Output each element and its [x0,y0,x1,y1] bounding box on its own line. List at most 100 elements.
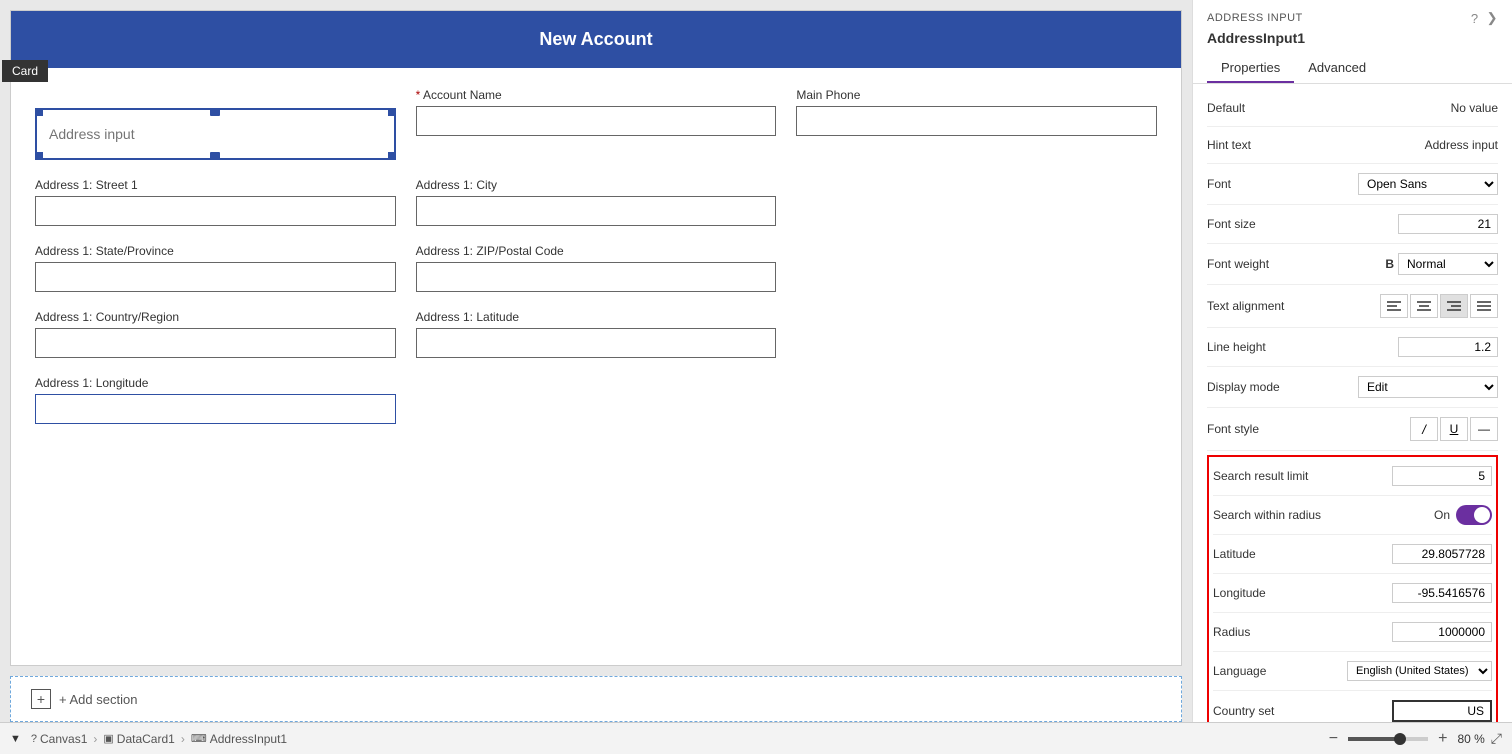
handle-tr[interactable] [388,108,396,116]
field-address-longitude: Address 1: Longitude [35,376,396,424]
field-address-country: Address 1: Country/Region [35,310,396,358]
zoom-slider[interactable] [1348,737,1428,741]
prop-font-label: Font [1207,177,1317,191]
align-center-btn[interactable] [1410,294,1438,318]
align-left-btn[interactable] [1380,294,1408,318]
prop-longitude: Longitude [1213,578,1492,608]
search-within-radius-on-label: On [1434,508,1450,522]
field-address-zip-label: Address 1: ZIP/Postal Code [416,244,777,258]
field-address-state: Address 1: State/Province [35,244,396,292]
handle-bm[interactable] [210,152,220,160]
prop-longitude-input[interactable] [1392,583,1492,603]
align-justify-btn[interactable] [1470,294,1498,318]
font-style-italic-btn[interactable]: / [1410,417,1438,441]
prop-line-height-input[interactable] [1398,337,1498,357]
nav-dropdown-icon[interactable]: ▼ [10,733,21,745]
prop-longitude-label: Longitude [1213,586,1323,600]
field-address-latitude-label: Address 1: Latitude [416,310,777,324]
prop-language: Language English (United States) [1213,656,1492,686]
prop-font-size-input[interactable] [1398,214,1498,234]
prop-text-alignment: Text alignment [1207,289,1498,323]
card-tab[interactable]: Card [2,60,48,82]
search-within-radius-toggle[interactable] [1456,505,1492,525]
tab-advanced[interactable]: Advanced [1294,54,1380,83]
align-right-btn[interactable] [1440,294,1468,318]
prop-country-set-input[interactable] [1392,700,1492,722]
expand-btn[interactable]: ⤢ [1491,730,1502,747]
font-style-buttons: / U — [1410,417,1498,441]
panel-header: ADDRESS INPUT ? ❯ AddressInput1 Properti… [1193,0,1512,84]
handle-tm[interactable] [210,108,220,116]
breadcrumb-datacard1[interactable]: DataCard1 [117,732,175,746]
zoom-plus-btn[interactable]: + [1434,730,1451,748]
prop-latitude: Latitude [1213,539,1492,569]
right-panel: ADDRESS INPUT ? ❯ AddressInput1 Properti… [1192,0,1512,722]
field-address-city-label: Address 1: City [416,178,777,192]
prop-font-weight-label: Font weight [1207,257,1317,271]
zoom-percent-label: 80 % [1457,732,1484,746]
font-style-strikethrough-btn[interactable]: — [1470,417,1498,441]
prop-radius-input[interactable] [1392,622,1492,642]
prop-line-height-label: Line height [1207,340,1317,354]
font-weight-b: B [1385,257,1394,271]
field-address-country-label: Address 1: Country/Region [35,310,396,324]
align-buttons [1380,294,1498,318]
add-section[interactable]: + + Add section [10,676,1182,722]
addressinput-icon: ⌨ [191,732,207,745]
prop-country-set: Country set [1213,695,1492,722]
highlighted-section: Search result limit Search within radius… [1207,455,1498,722]
prop-display-mode-select[interactable]: Edit View Disabled [1358,376,1498,398]
breadcrumb-addressinput1[interactable]: AddressInput1 [210,732,287,746]
prop-display-mode-label: Display mode [1207,380,1317,394]
prop-search-result-limit-label: Search result limit [1213,469,1323,483]
prop-font-weight: Font weight B Normal Bold [1207,248,1498,280]
font-style-underline-btn[interactable]: U [1440,417,1468,441]
handle-br[interactable] [388,152,396,160]
prop-latitude-input[interactable] [1392,544,1492,564]
prop-font-size: Font size [1207,209,1498,239]
account-name-input[interactable] [416,106,777,136]
address-zip-input[interactable] [416,262,777,292]
address-state-input[interactable] [35,262,396,292]
prop-latitude-label: Latitude [1213,547,1323,561]
address-longitude-input[interactable] [35,394,396,424]
prop-font-size-label: Font size [1207,217,1317,231]
form-card: New Account Account Name Main Phone [10,10,1182,666]
prop-language-select[interactable]: English (United States) [1347,661,1492,681]
form-body: Account Name Main Phone [11,68,1181,462]
main-phone-input[interactable] [796,106,1157,136]
zoom-slider-track [1348,737,1396,741]
prop-font-style: Font style / U — [1207,412,1498,446]
prop-line-height: Line height [1207,332,1498,362]
panel-tabs: Properties Advanced [1207,54,1498,83]
panel-body: Default No value Hint text Address input… [1193,84,1512,722]
field-address-state-label: Address 1: State/Province [35,244,396,258]
address-country-input[interactable] [35,328,396,358]
handle-tl[interactable] [35,108,43,116]
address-city-input[interactable] [416,196,777,226]
add-section-icon: + [31,689,51,709]
tab-properties[interactable]: Properties [1207,54,1294,83]
prop-default-label: Default [1207,101,1317,115]
prop-search-within-radius: Search within radius On [1213,500,1492,530]
prop-search-result-limit: Search result limit [1213,461,1492,491]
zoom-slider-thumb[interactable] [1394,733,1406,745]
address-latitude-input[interactable] [416,328,777,358]
breadcrumb-canvas1[interactable]: Canvas1 [40,732,87,746]
prop-font-select[interactable]: Open Sans [1358,173,1498,195]
prop-search-result-limit-input[interactable] [1392,466,1492,486]
address-street1-input[interactable] [35,196,396,226]
instance-name: AddressInput1 [1207,30,1498,46]
prop-default-value: No value [1317,101,1498,115]
field-address-latitude: Address 1: Latitude [416,310,777,358]
zoom-minus-btn[interactable]: − [1325,730,1342,748]
help-icon[interactable]: ? [1471,11,1479,26]
prop-search-within-radius-label: Search within radius [1213,508,1323,522]
panel-arrow-icon[interactable]: ❯ [1487,10,1498,26]
field-address-input [35,88,396,160]
zoom-controls: − + 80 % ⤢ [1325,730,1502,748]
prop-radius: Radius [1213,617,1492,647]
field-account-name: Account Name [416,88,777,160]
prop-font-weight-select[interactable]: Normal Bold [1398,253,1498,275]
handle-bl[interactable] [35,152,43,160]
